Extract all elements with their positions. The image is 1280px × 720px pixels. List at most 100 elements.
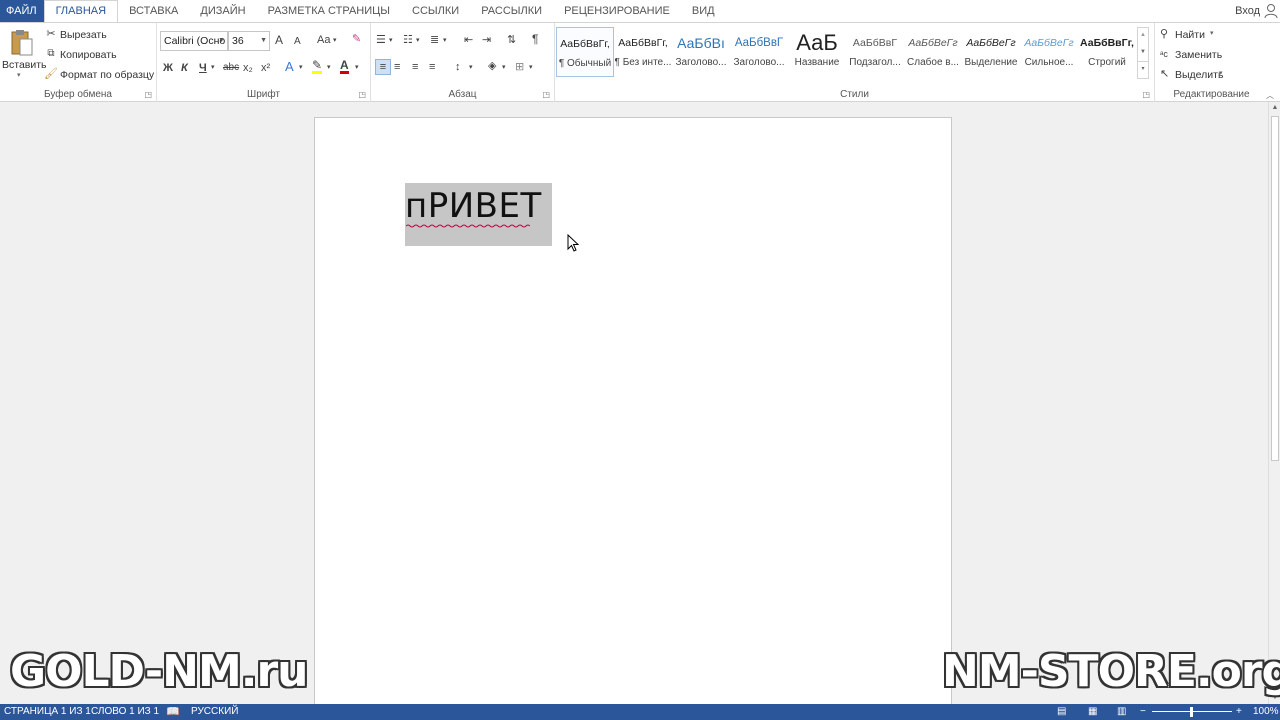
styles-scroll[interactable]: ▲ ▼ ▾ (1137, 27, 1149, 79)
numbering-icon[interactable]: ☷ (403, 33, 413, 47)
scroll-up-icon[interactable]: ▲ (1269, 102, 1280, 114)
chevron-down-icon[interactable]: ▾ (1219, 69, 1223, 77)
binoculars-icon[interactable]: ⚲ (1160, 27, 1168, 41)
tab-references[interactable]: ССЫЛКИ (401, 0, 470, 22)
page-count[interactable]: СТРАНИЦА 1 ИЗ 1 (4, 704, 91, 720)
proofing-icon[interactable]: 📖 (166, 704, 180, 720)
chevron-down-icon[interactable]: ▾ (333, 34, 337, 48)
chevron-down-icon[interactable]: ▾ (502, 61, 506, 75)
strikethrough-button[interactable]: abc (223, 61, 239, 75)
style-subtle-emphasis[interactable]: АаБбВеГг Слабое в... (904, 27, 962, 77)
zoom-level[interactable]: 100% (1253, 704, 1279, 720)
tab-insert[interactable]: ВСТАВКА (118, 0, 189, 22)
vertical-scrollbar[interactable]: ▲ ▼ (1268, 102, 1280, 704)
justify-icon[interactable]: ≡ (429, 60, 435, 74)
superscript-button[interactable]: x² (261, 61, 270, 75)
paste-dropdown-icon[interactable]: ▾ (17, 71, 21, 79)
document-page[interactable]: пРИВЕТ (314, 117, 952, 704)
styles-launcher-icon[interactable]: ◳ (1142, 90, 1150, 99)
chevron-down-icon[interactable]: ▾ (416, 34, 420, 48)
style-normal[interactable]: АаБбВвГг, ¶ Обычный (556, 27, 614, 77)
copy-icon[interactable]: ⧉ (44, 47, 58, 61)
style-title[interactable]: АаБ Название (788, 27, 846, 77)
clear-formatting-icon[interactable]: ✎ (352, 32, 361, 46)
grow-font-button[interactable]: A (275, 33, 283, 47)
zoom-in-icon[interactable]: + (1236, 704, 1242, 720)
font-size-combo[interactable]: 36 ▼ (228, 31, 270, 51)
font-name-combo[interactable]: Calibri (Осно ▼ (160, 31, 228, 51)
clipboard-launcher-icon[interactable]: ◳ (144, 90, 152, 99)
chevron-down-icon[interactable]: ▼ (1138, 43, 1148, 61)
document-text[interactable]: пРИВЕТ (405, 186, 542, 226)
chevron-down-icon[interactable]: ▾ (529, 61, 533, 75)
text-effects-icon[interactable]: A (285, 60, 294, 74)
chevron-down-icon[interactable]: ▾ (469, 61, 473, 75)
tab-view[interactable]: ВИД (681, 0, 726, 22)
font-launcher-icon[interactable]: ◳ (358, 90, 366, 99)
style-strong[interactable]: АаБбВвГг, Строгий (1078, 27, 1136, 77)
style-no-spacing[interactable]: АаБбВвГг, ¶ Без инте... (614, 27, 672, 77)
tab-file[interactable]: ФАЙЛ (0, 0, 44, 22)
subscript-button[interactable]: x₂ (243, 61, 253, 75)
chevron-down-icon[interactable]: ▾ (211, 61, 215, 75)
tab-home[interactable]: ГЛАВНАЯ (43, 0, 119, 22)
replace-button[interactable]: Заменить (1175, 49, 1222, 61)
bullets-icon[interactable]: ☰ (376, 33, 386, 47)
collapse-ribbon-icon[interactable]: ︿ (1266, 89, 1274, 103)
style-heading-2[interactable]: АаБбВвГ Заголово... (730, 27, 788, 77)
decrease-indent-icon[interactable]: ⇤ (464, 33, 473, 47)
underline-button[interactable]: Ч (199, 61, 207, 75)
tab-review[interactable]: РЕЦЕНЗИРОВАНИЕ (553, 0, 681, 22)
align-center-icon[interactable]: ≡ (394, 60, 400, 74)
chevron-down-icon[interactable]: ▾ (443, 34, 447, 48)
align-left-icon[interactable]: ≡ (375, 59, 391, 75)
chevron-down-icon[interactable]: ▾ (327, 61, 331, 75)
multilevel-list-icon[interactable]: ≣ (430, 33, 439, 47)
increase-indent-icon[interactable]: ⇥ (482, 33, 491, 47)
align-right-icon[interactable]: ≡ (412, 60, 418, 74)
select-arrow-icon[interactable]: ↖ (1160, 67, 1169, 81)
zoom-slider-handle[interactable] (1190, 707, 1193, 717)
chevron-down-icon[interactable]: ▾ (299, 61, 303, 75)
borders-icon[interactable]: ⊞ (515, 60, 524, 74)
chevron-down-icon[interactable]: ▾ (389, 34, 393, 48)
copy-button[interactable]: Копировать (60, 49, 117, 61)
user-icon[interactable] (1264, 3, 1278, 19)
scissors-icon[interactable]: ✂ (44, 27, 58, 41)
format-painter-button[interactable]: Формат по образцу (60, 69, 154, 81)
line-spacing-icon[interactable]: ↕ (455, 60, 461, 74)
style-emphasis[interactable]: АаБбВеГг Выделение (962, 27, 1020, 77)
sign-in-link[interactable]: Вход (1235, 0, 1260, 22)
show-marks-button[interactable]: ¶ (532, 32, 538, 46)
paste-icon[interactable] (10, 29, 34, 57)
web-layout-icon[interactable]: ▥ (1117, 704, 1126, 720)
cut-button[interactable]: Вырезать (60, 29, 107, 41)
tab-design[interactable]: ДИЗАЙН (189, 0, 256, 22)
word-count[interactable]: СЛОВО 1 ИЗ 1 (91, 704, 159, 720)
tab-mailings[interactable]: РАССЫЛКИ (470, 0, 553, 22)
bold-button[interactable]: Ж (163, 61, 173, 75)
find-button[interactable]: Найти (1175, 29, 1205, 41)
more-styles-icon[interactable]: ▾ (1138, 61, 1148, 76)
chevron-up-icon[interactable]: ▲ (1138, 28, 1148, 43)
sort-icon[interactable]: ⇅ (507, 33, 516, 47)
scrollbar-thumb[interactable] (1271, 116, 1279, 461)
font-color-icon[interactable]: A (340, 59, 349, 74)
zoom-out-icon[interactable]: − (1140, 704, 1146, 720)
chevron-down-icon[interactable]: ▾ (1210, 29, 1214, 37)
chevron-down-icon[interactable]: ▾ (355, 61, 359, 75)
paste-button[interactable]: Вставить (2, 59, 47, 71)
highlight-icon[interactable]: ✎ (312, 59, 323, 74)
paragraph-launcher-icon[interactable]: ◳ (542, 90, 550, 99)
style-intense-emphasis[interactable]: АаБбВеГг Сильное... (1020, 27, 1078, 77)
style-subtitle[interactable]: АаБбВвГ Подзагол... (846, 27, 904, 77)
format-painter-icon[interactable]: 🖌 (44, 67, 58, 81)
print-layout-icon[interactable]: ▦ (1088, 704, 1097, 720)
shrink-font-button[interactable]: A (294, 35, 301, 49)
tab-layout[interactable]: РАЗМЕТКА СТРАНИЦЫ (257, 0, 401, 22)
language[interactable]: РУССКИЙ (191, 704, 238, 720)
shading-icon[interactable]: ◈ (488, 59, 496, 73)
change-case-button[interactable]: Aa (317, 33, 330, 47)
italic-button[interactable]: К (181, 61, 188, 75)
style-heading-1[interactable]: АаБбВı Заголово... (672, 27, 730, 77)
